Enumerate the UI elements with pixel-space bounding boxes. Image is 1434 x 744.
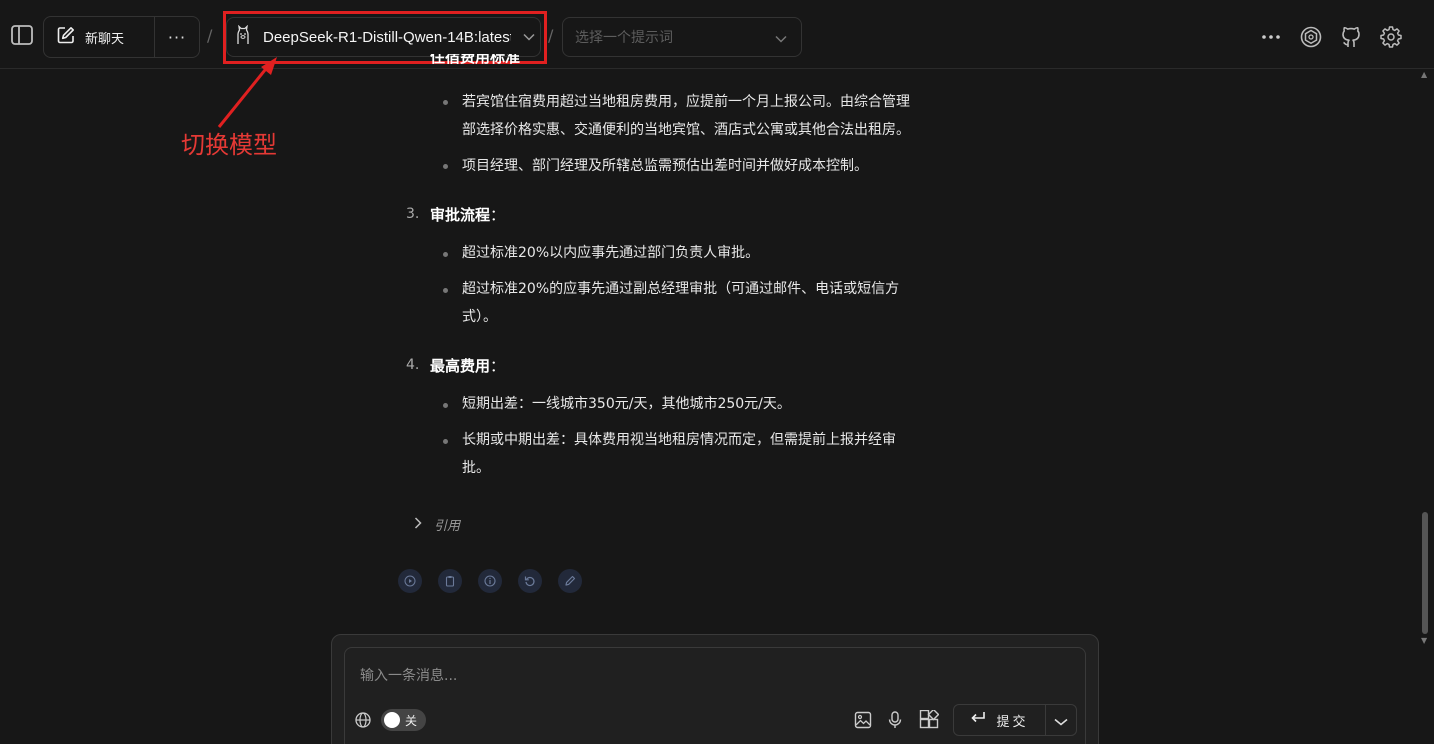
bullet-marker [443, 439, 448, 444]
bullet-marker [443, 164, 448, 169]
list-item: 超过标准20%以内应事先通过部门负责人审批。 [462, 245, 760, 261]
section-heading: 审批流程： [430, 206, 506, 224]
play-icon [404, 572, 416, 591]
sidebar-toggle-icon[interactable] [10, 23, 34, 47]
toggle-label: 关 [405, 714, 418, 728]
more-options-icon[interactable] [1258, 25, 1284, 49]
breadcrumb-separator: / [207, 26, 213, 45]
citation-toggle[interactable]: 引用 [414, 515, 460, 534]
clipboard-icon [444, 572, 456, 591]
image-upload-icon[interactable] [852, 709, 874, 731]
toggle-knob [384, 712, 400, 728]
microphone-icon[interactable] [885, 709, 905, 731]
enter-icon [970, 711, 986, 729]
chevron-right-icon [414, 516, 422, 533]
list-item: 项目经理、部门经理及所辖总监需预估出差时间并做好成本控制。 [462, 158, 868, 174]
regenerate-button[interactable] [518, 569, 542, 593]
bullet-marker [443, 252, 448, 257]
pencil-icon [564, 572, 576, 591]
info-icon [484, 572, 496, 591]
annotation-label: 切换模型 [181, 131, 277, 159]
github-icon[interactable] [1337, 23, 1365, 51]
list-item: 超过标准20%的应事先通过副总经理审批（可通过邮件、电话或短信方 式）。 [462, 281, 900, 325]
submit-button[interactable]: 提交 [954, 705, 1046, 735]
list-number: 4. [406, 357, 420, 373]
submit-options-button[interactable] [1046, 705, 1076, 735]
submit-label: 提交 [996, 714, 1029, 730]
openai-icon[interactable] [1297, 23, 1325, 51]
bullet-marker [443, 288, 448, 293]
tools-grid-icon[interactable] [917, 708, 941, 732]
refresh-icon [524, 572, 536, 591]
info-button[interactable] [478, 569, 502, 593]
chevron-down-icon [1054, 711, 1068, 730]
new-chat-button[interactable]: 新聊天 [44, 17, 155, 57]
list-item: 短期出差：一线城市350元/天，其他城市250元/天。 [462, 396, 791, 412]
read-aloud-button[interactable] [398, 569, 422, 593]
list-number: 3. [406, 206, 420, 222]
chat-more-button[interactable]: ··· [155, 17, 199, 57]
prompt-placeholder: 选择一个提示词 [575, 30, 673, 46]
message-input[interactable] [360, 664, 1060, 688]
edit-icon [57, 26, 75, 48]
message-actions [398, 569, 582, 593]
web-search-toggle[interactable]: 关 [381, 709, 426, 731]
bullet-marker [443, 403, 448, 408]
partial-heading: 住宿费用标准 [430, 54, 521, 66]
bullet-marker [443, 100, 448, 105]
section-heading: 最高费用： [430, 357, 506, 375]
scroll-up-icon[interactable]: ▲ [1421, 70, 1427, 79]
prompt-selector[interactable]: 选择一个提示词 [562, 17, 802, 57]
copy-button[interactable] [438, 569, 462, 593]
settings-gear-icon[interactable] [1377, 23, 1405, 51]
scrollbar-thumb[interactable] [1422, 512, 1428, 634]
annotation-arrow [217, 57, 277, 128]
list-item: 长期或中期出差：具体费用视当地租房情况而定，但需提前上报并经审 批。 [462, 432, 896, 476]
scroll-down-icon[interactable]: ▼ [1421, 636, 1427, 645]
edit-button[interactable] [558, 569, 582, 593]
list-item: 若宾馆住宿费用超过当地租房费用，应提前一个月上报公司。由综合管理 部选择价格实惠… [462, 94, 910, 138]
globe-icon[interactable] [354, 711, 372, 729]
new-chat-label: 新聊天 [85, 31, 125, 47]
chevron-down-icon [775, 28, 787, 47]
breadcrumb-separator: / [548, 26, 554, 45]
submit-group: 提交 [953, 704, 1077, 736]
chat-controls: 新聊天 ··· [43, 16, 200, 58]
citation-label: 引用 [434, 519, 461, 534]
